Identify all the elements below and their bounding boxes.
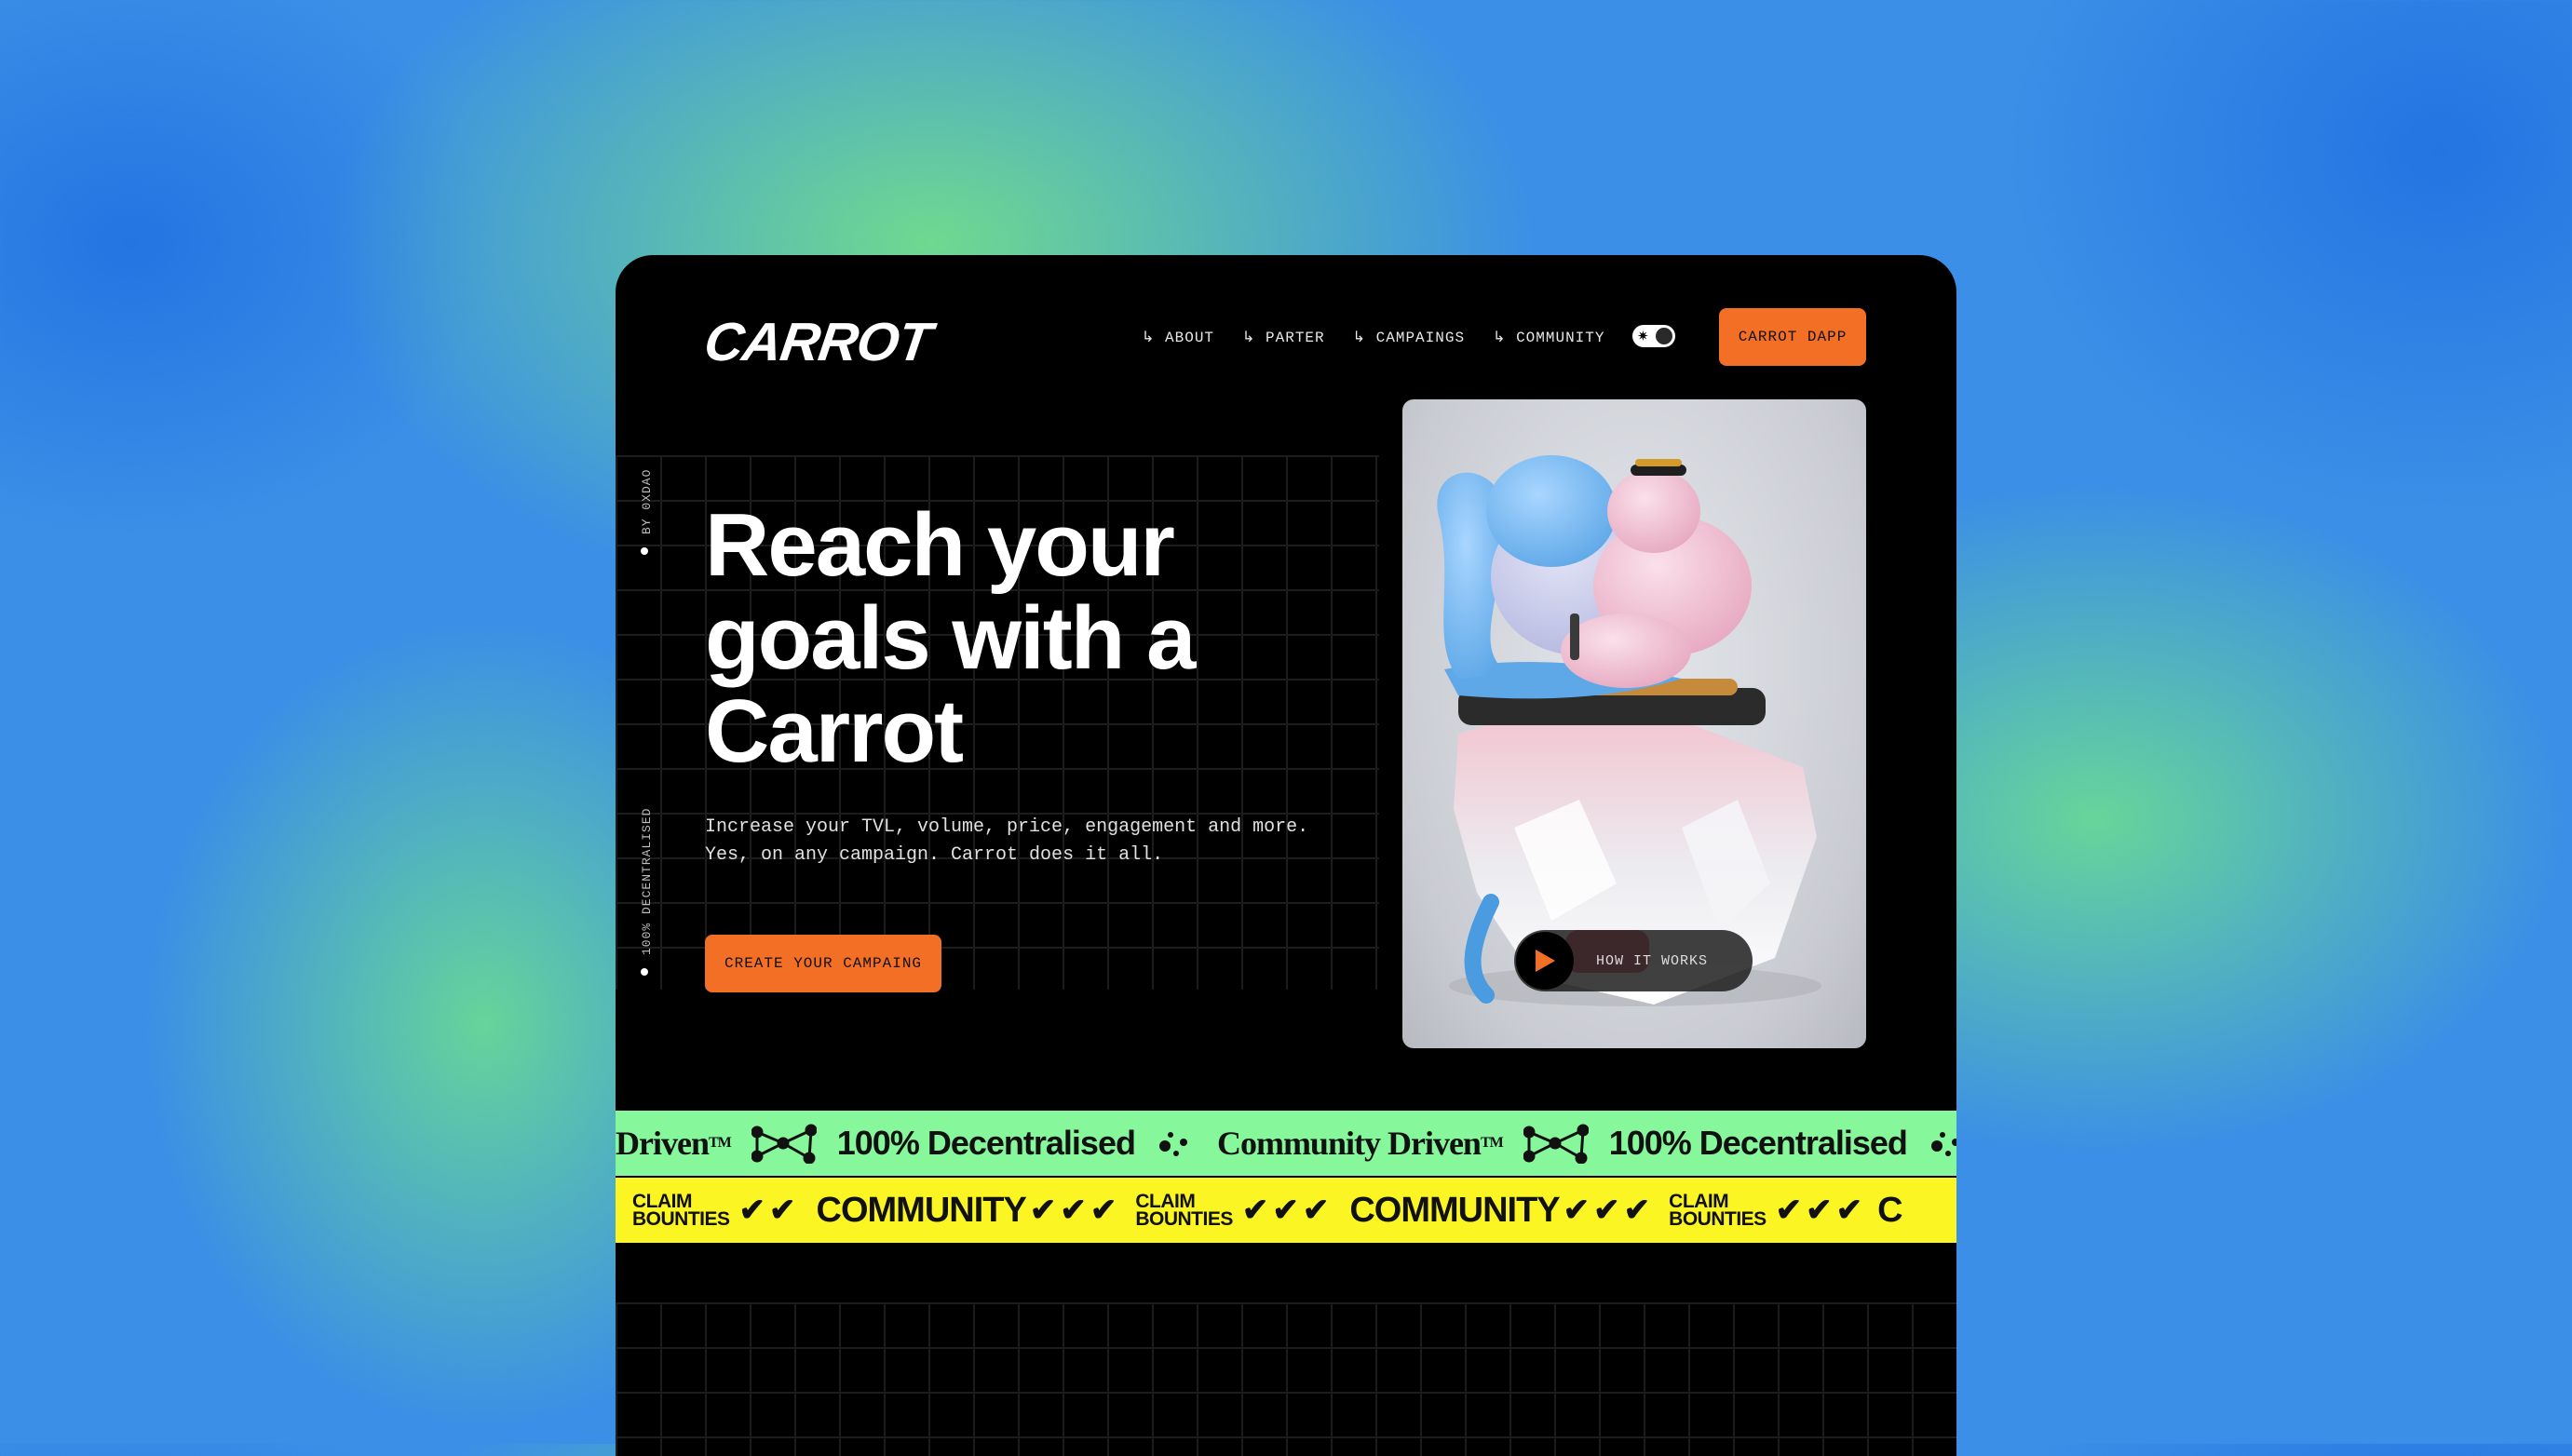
headline-line-1: Reach your (705, 495, 1175, 595)
headline-line-2: goals with a (705, 588, 1196, 688)
check-icon: ✔ (1806, 1193, 1833, 1228)
check-icon: ✔ (1835, 1193, 1863, 1228)
bounties-text: BOUNTIES (1669, 1208, 1767, 1230)
marquee-community-driven: Community Driven TM (1216, 1124, 1504, 1163)
network-icon-2 (1523, 1123, 1589, 1164)
browser-window: CARROT ↳ ABOUT ↳ PARTER ↳ CAMPAINGS ↳ CO… (616, 255, 1956, 1456)
check-icon: ✔ (1563, 1193, 1591, 1228)
bounties-text: BOUNTIES (632, 1208, 730, 1230)
carrot-logo[interactable]: CARROT (700, 311, 935, 373)
carrot-dapp-button[interactable]: CARROT DAPP (1719, 308, 1866, 366)
check-icon: ✔ (769, 1193, 796, 1228)
network-icon (751, 1123, 817, 1164)
claim-bounties-1: CLAIM BOUNTIES (632, 1192, 730, 1230)
sun-icon: ✷ (1637, 328, 1649, 344)
nav-parter[interactable]: ↳ PARTER (1242, 328, 1325, 346)
headline-line-3: Carrot (705, 681, 964, 781)
toggle-knob (1656, 328, 1672, 344)
check-icon: ✔ (1623, 1193, 1651, 1228)
subtext-line-1: Increase your TVL, volume, price, engage… (705, 816, 1309, 838)
marquee-text: Driven TM (616, 1124, 732, 1163)
community-word-2: COMMUNITY (1349, 1190, 1560, 1230)
check-icon: ✔ (1029, 1193, 1057, 1228)
theme-toggle[interactable]: ✷ (1632, 325, 1675, 347)
side-dot-bottom (641, 968, 648, 976)
nav-about[interactable]: ↳ ABOUT (1142, 328, 1214, 346)
check-icon: ✔ (738, 1193, 766, 1228)
sparkle-icon (1156, 1129, 1197, 1157)
nav-campaings[interactable]: ↳ CAMPAINGS (1353, 328, 1465, 346)
check-icon: ✔ (1272, 1193, 1299, 1228)
check-icon: ✔ (1090, 1193, 1117, 1228)
community-word-1: COMMUNITY (816, 1190, 1027, 1230)
hero-headline: Reach your goals with a Carrot (705, 499, 1338, 778)
check-icon: ✔ (1775, 1193, 1803, 1228)
how-it-works-label: HOW IT WORKS (1596, 952, 1709, 969)
claim-bounties-2: CLAIM BOUNTIES (1135, 1192, 1233, 1230)
how-it-works-button[interactable]: HOW IT WORKS (1514, 930, 1753, 991)
side-label-decentralised: 100% DECENTRALISED (640, 807, 654, 955)
subtext-line-2: Yes, on any campaign. Carrot does it all… (705, 844, 1164, 866)
bottom-grid-background (616, 1302, 1956, 1456)
tm-mark: TM (708, 1135, 732, 1151)
tm-mark-2: TM (1480, 1135, 1504, 1151)
community-trailing: C (1877, 1190, 1902, 1230)
main-nav: ↳ ABOUT ↳ PARTER ↳ CAMPAINGS ↳ COMMUNITY (1142, 328, 1604, 346)
check-icon: ✔ (1060, 1193, 1087, 1228)
marquee-decentralised-2: 100% Decentralised (1608, 1124, 1908, 1162)
check-icon: ✔ (1593, 1193, 1620, 1228)
bounties-text: BOUNTIES (1135, 1208, 1233, 1230)
side-dot-top (641, 547, 648, 555)
check-icon: ✔ (1241, 1193, 1269, 1228)
hero-subtext: Increase your TVL, volume, price, engage… (705, 814, 1375, 870)
create-campaign-button[interactable]: CREATE YOUR CAMPAING (705, 935, 941, 992)
nav-community[interactable]: ↳ COMMUNITY (1493, 328, 1604, 346)
sparkle-icon-2 (1928, 1129, 1956, 1157)
marquee-yellow: CLAIM BOUNTIES ✔ ✔ COMMUNITY ✔ ✔ ✔ CLAIM BO… (616, 1178, 1956, 1243)
check-icon: ✔ (1302, 1193, 1330, 1228)
side-label-by-0xdao: BY 0XDAO (640, 468, 654, 534)
play-icon (1516, 932, 1574, 990)
hero-3d-image: HOW IT WORKS (1402, 399, 1866, 1048)
marquee-driven: Driven (616, 1125, 710, 1162)
claim-bounties-3: CLAIM BOUNTIES (1669, 1192, 1767, 1230)
community-driven-text: Community Driven (1216, 1125, 1482, 1162)
marquee-decentralised-1: 100% Decentralised (836, 1124, 1136, 1162)
marquee-green: Driven TM 100% Decentralised Community Dr… (616, 1111, 1956, 1176)
